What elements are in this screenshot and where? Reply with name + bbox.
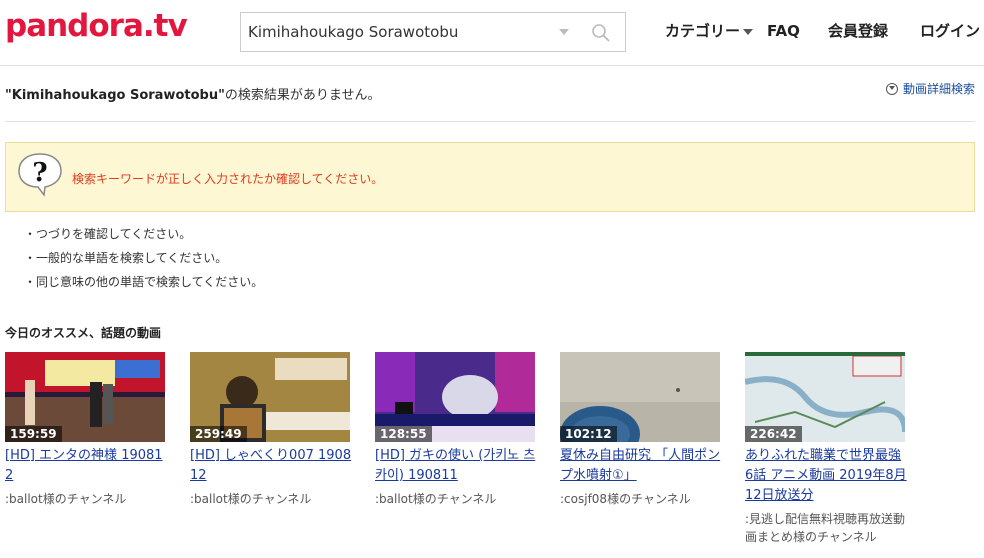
video-channel[interactable]: :ballot様のチャンネル: [190, 490, 355, 508]
video-card: 159:59 [HD] エンタの神様 190812 :ballot様のチャンネル: [5, 352, 170, 508]
recommended-section-title: 今日のオススメ、話題の動画: [5, 326, 162, 340]
question-bubble-icon: ?: [18, 153, 62, 197]
video-card: 259:49 [HD] しゃべくり007 190812 :ballot様のチャン…: [190, 352, 355, 508]
video-thumbnail[interactable]: 226:42: [745, 352, 905, 442]
video-channel[interactable]: :cosjf08様のチャンネル: [560, 490, 725, 508]
site-logo[interactable]: pandora.tv: [5, 8, 188, 44]
nav-register[interactable]: 会員登録: [828, 20, 888, 41]
notice-box: ? 検索キーワードが正しく入力されたか確認してください。: [5, 142, 975, 212]
search-icon[interactable]: [591, 23, 611, 43]
chevron-down-circle-icon: [885, 82, 898, 95]
video-channel[interactable]: :見逃し配信無料視聴再放送動画まとめ様のチャンネル: [745, 510, 910, 546]
search-result-message: "Kimihahoukago Sorawotobu"の検索結果がありません。: [5, 88, 381, 103]
svg-text:?: ?: [32, 158, 47, 188]
video-card: 226:42 ありふれた職業で世界最強 6話 アニメ動画 2019年8月12日放…: [745, 352, 910, 546]
video-thumbnail[interactable]: 102:12: [560, 352, 720, 442]
video-thumbnail[interactable]: 128:55: [375, 352, 535, 442]
tip-item: ・同じ意味の他の単語で検索してください。: [24, 275, 264, 289]
video-thumbnail[interactable]: 259:49: [190, 352, 350, 442]
search-box: [240, 12, 626, 52]
video-card: 128:55 [HD] ガキの使い (가키노 츠카이) 190811 :ball…: [375, 352, 540, 508]
search-query: "Kimihahoukago Sorawotobu": [5, 88, 225, 103]
video-duration: 226:42: [745, 426, 802, 442]
site-header: pandora.tv カテゴリー FAQ 会員登録 ログイン: [0, 0, 984, 66]
video-title-link[interactable]: [HD] ガキの使い (가키노 츠카이) 190811: [375, 446, 540, 486]
video-title-link[interactable]: [HD] エンタの神様 190812: [5, 446, 170, 486]
video-channel[interactable]: :ballot様のチャンネル: [5, 490, 170, 508]
video-card: 102:12 夏休み自由研究 「人間ポンプ水噴射①」 :cosjf08様のチャン…: [560, 352, 725, 508]
tip-item: ・つづりを確認してください。: [24, 227, 192, 241]
video-title-link[interactable]: ありふれた職業で世界最強 6話 アニメ動画 2019年8月12日放送分: [745, 446, 910, 506]
video-duration: 102:12: [560, 426, 617, 442]
video-title-link[interactable]: 夏休み自由研究 「人間ポンプ水噴射①」: [560, 446, 725, 486]
notice-text: 検索キーワードが正しく入力されたか確認してください。: [72, 172, 384, 186]
tip-item: ・一般的な単語を検索してください。: [24, 251, 228, 265]
video-duration: 159:59: [5, 426, 62, 442]
divider: [5, 121, 975, 122]
video-title-link[interactable]: [HD] しゃべくり007 190812: [190, 446, 355, 486]
chevron-down-icon: [743, 28, 754, 35]
video-thumbnail[interactable]: 159:59: [5, 352, 165, 442]
video-duration: 259:49: [190, 426, 247, 442]
video-channel[interactable]: :ballot様のチャンネル: [375, 490, 540, 508]
search-history-dropdown-icon[interactable]: [559, 29, 569, 35]
video-duration: 128:55: [375, 426, 432, 442]
nav-faq[interactable]: FAQ: [767, 22, 800, 40]
search-input[interactable]: [241, 13, 541, 51]
search-tips: ・つづりを確認してください。 ・一般的な単語を検索してください。 ・同じ意味の他…: [24, 226, 263, 298]
advanced-search-link[interactable]: 動画詳細検索: [885, 80, 975, 97]
nav-login[interactable]: ログイン: [920, 20, 980, 41]
nav-category[interactable]: カテゴリー: [665, 20, 754, 41]
